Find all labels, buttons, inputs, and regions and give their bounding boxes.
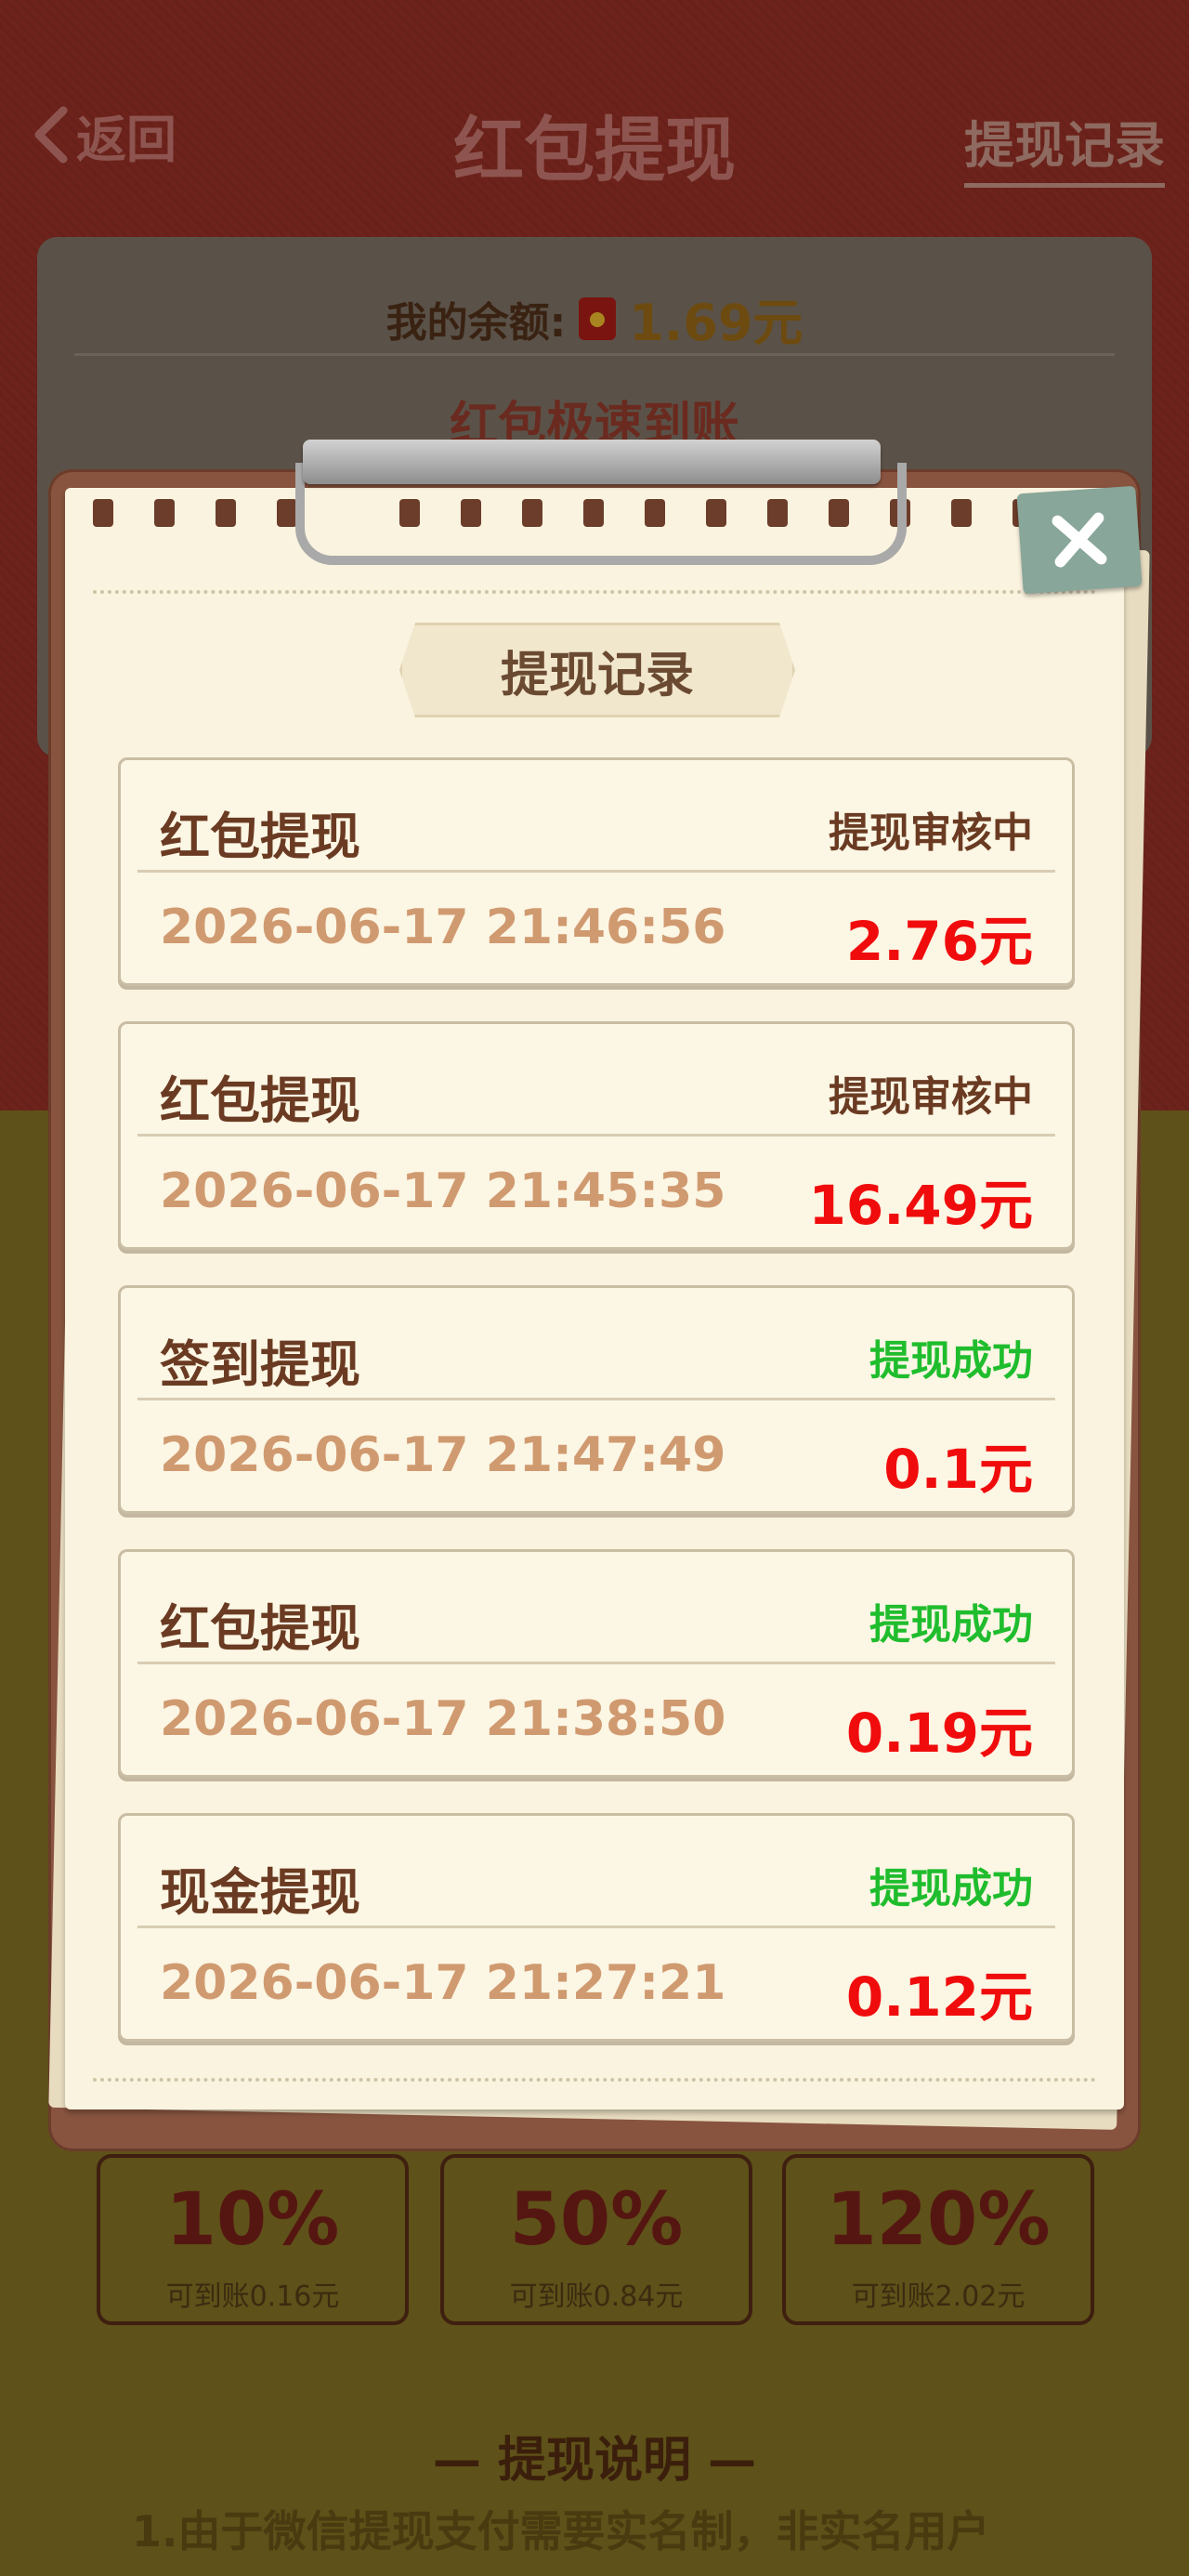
record-type: 红包提现 (160, 1071, 360, 1130)
record-type: 现金提现 (160, 1863, 360, 1922)
record-type: 签到提现 (160, 1335, 360, 1394)
record-amount: 0.12元 (845, 1965, 1033, 2029)
record-status: 提现成功 (869, 1865, 1033, 1912)
record-time: 2026-06-17 21:46:56 (160, 900, 726, 955)
record-divider (137, 1398, 1055, 1400)
record-item: 红包提现 提现成功 2026-06-17 21:38:50 0.19元 (118, 1549, 1075, 1778)
record-time: 2026-06-17 21:47:49 (160, 1427, 726, 1483)
record-amount: 0.1元 (883, 1438, 1033, 1501)
modal-title: 提现记录 (399, 623, 795, 717)
record-status: 提现成功 (869, 1337, 1033, 1385)
explanation-title: — 提现说明 — (432, 2433, 757, 2489)
dotted-line (93, 2078, 1096, 2082)
record-status: 提现审核中 (829, 1073, 1033, 1121)
record-time: 2026-06-17 21:27:21 (160, 1955, 726, 2011)
balance-row: 我的余额: 1.69元 (37, 282, 1152, 355)
withdraw-option-120[interactable]: 120% 可到账2.02元 (782, 2154, 1094, 2325)
close-icon (1052, 512, 1107, 568)
record-item: 红包提现 提现审核中 2026-06-17 21:45:35 16.49元 (118, 1021, 1075, 1250)
record-divider (137, 1662, 1055, 1664)
divider (74, 353, 1115, 356)
record-item: 现金提现 提现成功 2026-06-17 21:27:21 0.12元 (118, 1813, 1075, 2042)
red-envelope-icon (579, 296, 617, 340)
option-percent: 50% (509, 2178, 684, 2262)
explanation-line: 1.由于微信提现支付需要实名制，非实名用户 (132, 2506, 990, 2556)
record-divider (137, 870, 1055, 873)
option-arrival: 可到账0.84元 (509, 2280, 684, 2313)
option-arrival: 可到账0.16元 (165, 2280, 340, 2313)
balance-label: 我的余额: (385, 298, 567, 347)
record-type: 红包提现 (160, 808, 360, 866)
record-time: 2026-06-17 21:38:50 (160, 1691, 726, 1747)
record-amount: 16.49元 (808, 1174, 1033, 1237)
withdraw-option-10[interactable]: 10% 可到账0.16元 (97, 2154, 409, 2325)
dotted-line (93, 590, 1096, 594)
record-status: 提现成功 (869, 1601, 1033, 1649)
record-divider (137, 1925, 1055, 1928)
close-button[interactable] (1016, 485, 1143, 595)
option-percent: 120% (826, 2178, 1051, 2262)
record-time: 2026-06-17 21:45:35 (160, 1163, 726, 1219)
record-item: 红包提现 提现审核中 2026-06-17 21:46:56 2.76元 (118, 757, 1075, 986)
withdraw-records-link[interactable]: 提现记录 (964, 104, 1165, 188)
balance-amount: 1.69元 (629, 294, 804, 352)
record-amount: 2.76元 (845, 910, 1033, 973)
option-arrival: 可到账2.02元 (851, 2280, 1026, 2313)
clip-bar (303, 440, 881, 484)
record-item: 签到提现 提现成功 2026-06-17 21:47:49 0.1元 (118, 1285, 1075, 1514)
withdraw-option-50[interactable]: 50% 可到账0.84元 (440, 2154, 752, 2325)
option-percent: 10% (165, 2178, 340, 2262)
record-status: 提现审核中 (829, 809, 1033, 857)
record-type: 红包提现 (160, 1599, 360, 1658)
record-divider (137, 1134, 1055, 1137)
record-amount: 0.19元 (845, 1702, 1033, 1765)
